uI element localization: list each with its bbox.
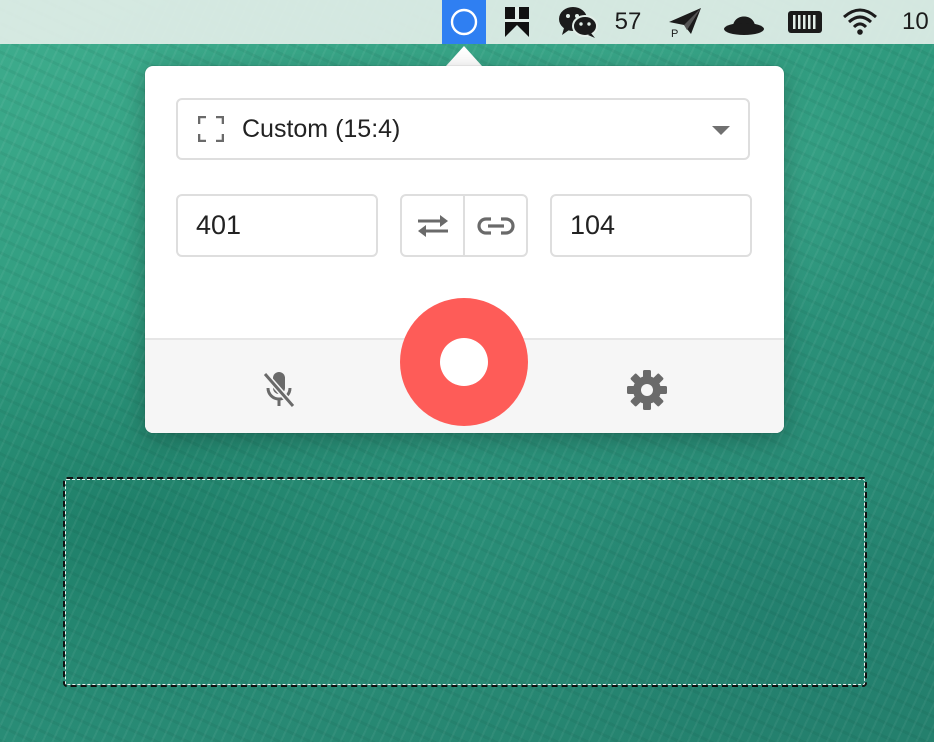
aspect-preset-select[interactable]: Custom (15:4) — [176, 98, 750, 160]
wechat-unread-count: 57 — [608, 0, 648, 44]
battery-menu-item[interactable] — [786, 0, 824, 44]
recorder-app-icon — [450, 8, 478, 36]
mic-off-icon — [262, 372, 296, 408]
desktop-wallpaper: 57 P 10 Custom (15:4) 401 104 — [0, 0, 934, 742]
hat-icon — [724, 16, 764, 35]
battery-percent[interactable]: 10 — [902, 0, 934, 44]
wechat-icon — [559, 7, 598, 38]
wifi-menu-item[interactable] — [840, 0, 880, 44]
fullscreen-frame-icon — [198, 116, 224, 142]
link-icon — [476, 216, 515, 235]
bookmark-menu-item[interactable] — [500, 0, 534, 44]
capture-region-selection[interactable] — [63, 477, 867, 687]
record-dot — [440, 338, 488, 386]
bookmark-app-icon — [505, 7, 529, 37]
hat-menu-item[interactable] — [722, 0, 766, 44]
popover-arrow — [446, 46, 482, 66]
unread-count-text: 57 — [614, 8, 642, 35]
wechat-menu-item[interactable] — [556, 0, 600, 44]
menu-bar: 57 P 10 — [0, 0, 934, 44]
svg-text:P: P — [671, 28, 678, 38]
height-input[interactable] — [550, 194, 752, 257]
dimension-controls — [400, 194, 528, 257]
capture-settings-popover: Custom (15:4) — [145, 66, 784, 433]
battery-percent-text: 10 — [902, 8, 929, 35]
settings-button[interactable] — [625, 368, 669, 412]
battery-icon — [788, 11, 822, 33]
recorder-menu-item[interactable] — [442, 0, 486, 44]
link-ratio-button[interactable] — [463, 196, 526, 255]
aspect-preset-label: Custom (15:4) — [242, 114, 401, 143]
paper-plane-menu-item[interactable]: P — [666, 0, 704, 44]
swap-arrows-icon — [417, 214, 448, 237]
microphone-toggle-button[interactable] — [257, 368, 301, 412]
wifi-icon — [843, 8, 877, 35]
gear-icon — [627, 370, 667, 410]
record-button[interactable] — [400, 298, 528, 426]
swap-dimensions-button[interactable] — [402, 196, 463, 255]
width-input[interactable] — [176, 194, 378, 257]
paper-plane-icon: P — [669, 8, 701, 38]
chevron-down-icon — [712, 126, 730, 135]
